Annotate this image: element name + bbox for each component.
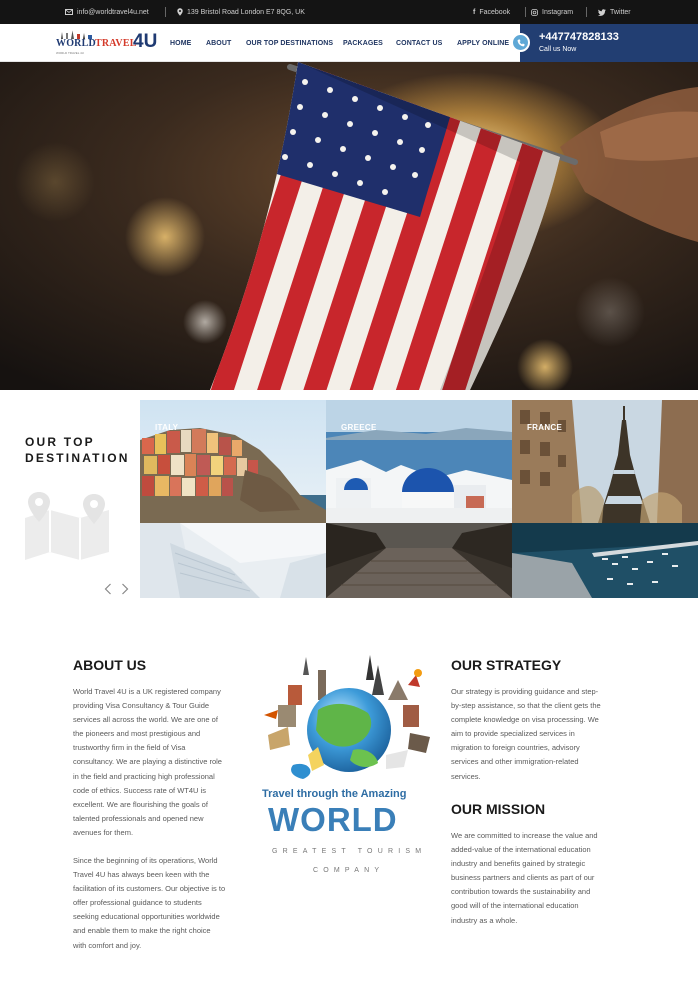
call-box[interactable]: +447747828133 Call us Now [520, 24, 698, 62]
destination-tile-italy[interactable]: ITALY [140, 400, 326, 523]
instagram-label: Instagram [542, 8, 574, 16]
destination-tile-greece[interactable]: GREECE [326, 400, 512, 523]
destinations-heading-line2: DESTINATION [25, 451, 130, 465]
slider-arrows [104, 582, 129, 600]
phone-number: +447747828133 [539, 31, 619, 43]
destinations-heading: OUR TOP DESTINATION [25, 434, 130, 466]
center-tagline: Travel through the Amazing [262, 788, 407, 800]
italy-label: ITALY [155, 423, 179, 432]
email-link[interactable]: info@worldtravel4u.net [65, 0, 149, 24]
twitter-label: Twitter [610, 8, 631, 16]
prev-arrow-icon[interactable] [104, 582, 112, 600]
instagram-icon [531, 8, 538, 16]
nav-top-destinations[interactable]: OUR TOP DESTINATIONS [246, 24, 333, 62]
greece-label: GREECE [341, 423, 377, 432]
destination-tile[interactable] [512, 523, 698, 598]
address-text: 139 Bristol Road London E7 8QG, UK [187, 8, 305, 16]
center-greatest-tourism: GREATEST TOURISM [272, 848, 427, 855]
destination-tile[interactable] [326, 523, 512, 598]
facebook-icon: f [473, 8, 476, 16]
about-paragraph-1: World Travel 4U is a UK registered compa… [73, 687, 222, 837]
cobblestone-street-photo [326, 523, 512, 598]
center-world-text: WORLD [268, 801, 398, 838]
nav-apply-online[interactable]: APPLY ONLINE [457, 24, 509, 62]
about-paragraph-2: Since the beginning of its operations, W… [73, 856, 226, 950]
instagram-link[interactable]: Instagram [531, 0, 573, 24]
map-pin-icon [177, 8, 183, 16]
divider [586, 7, 587, 17]
destination-gallery: ITALY GREECE FRANCE [140, 400, 698, 598]
strategy-heading: OUR STRATEGY [451, 657, 562, 673]
twitter-link[interactable]: Twitter [598, 0, 631, 24]
nav-packages[interactable]: PACKAGES [343, 24, 383, 62]
logo-world: WORLD [56, 38, 96, 49]
nav-home[interactable]: HOME [170, 24, 191, 62]
globe-landmarks-icon [264, 655, 430, 779]
next-arrow-icon[interactable] [121, 582, 129, 600]
france-photo [512, 400, 698, 523]
logo-travel: TRAVEL [95, 38, 137, 49]
call-label: Call us Now [539, 46, 577, 53]
logo-4u: 4U [133, 31, 158, 52]
whitewashed-stairs-photo [140, 523, 326, 598]
site-logo[interactable]: WORLD TRAVEL 4U WORLD TRAVEL 4U [56, 30, 158, 58]
divider [525, 7, 526, 17]
destination-tile[interactable] [140, 523, 326, 598]
nav-contact-us[interactable]: CONTACT US [396, 24, 442, 62]
greece-photo [326, 400, 512, 523]
facebook-label: Facebook [479, 8, 511, 16]
center-company: COMPANY [313, 867, 385, 874]
nav-about[interactable]: ABOUT [206, 24, 231, 62]
email-text: info@worldtravel4u.net [77, 8, 149, 16]
twitter-icon [598, 8, 606, 16]
mission-paragraph: We are committed to increase the value a… [451, 831, 598, 925]
about-heading: ABOUT US [73, 657, 147, 673]
logo-tagline: WORLD TRAVEL 4U [56, 51, 84, 55]
envelope-icon [65, 9, 73, 15]
france-label: FRANCE [527, 423, 563, 432]
hero-banner [0, 62, 698, 390]
destination-tile-france[interactable]: FRANCE [512, 400, 698, 523]
mission-heading: OUR MISSION [451, 801, 546, 817]
phone-icon [511, 33, 530, 52]
divider [165, 7, 166, 17]
map-icon [22, 490, 112, 565]
us-flag-photo [0, 62, 698, 390]
italy-photo [140, 400, 326, 523]
top-bar: info@worldtravel4u.net 139 Bristol Road … [0, 0, 698, 24]
strategy-paragraph: Our strategy is providing guidance and s… [451, 687, 601, 781]
world-landmarks-graphic [258, 655, 440, 785]
marina-aerial-photo [512, 523, 698, 598]
address: 139 Bristol Road London E7 8QG, UK [177, 0, 305, 24]
facebook-link[interactable]: f Facebook [473, 0, 510, 24]
destinations-heading-line1: OUR TOP [25, 435, 95, 449]
